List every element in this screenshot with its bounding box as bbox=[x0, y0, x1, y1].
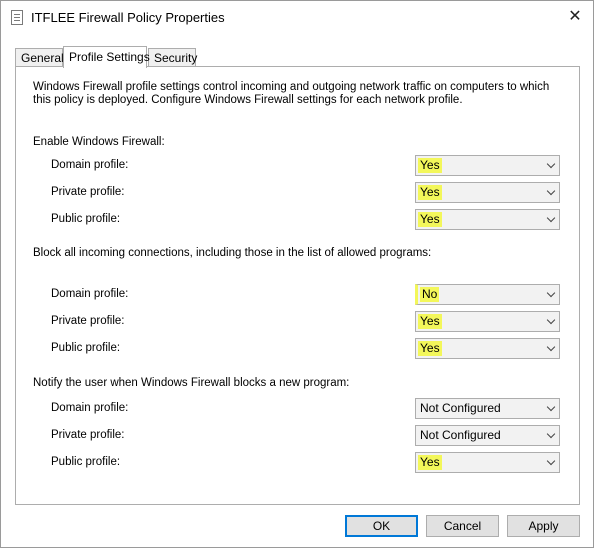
selected-value: No bbox=[420, 287, 440, 302]
chevron-down-icon bbox=[546, 315, 556, 325]
notify-user-public-select[interactable]: Yes bbox=[415, 452, 560, 473]
properties-dialog: ITFLEE Firewall Policy Properties ✕ Gene… bbox=[0, 0, 594, 548]
row-label-domain: Domain profile: bbox=[51, 288, 129, 300]
block-incoming-private-select[interactable]: Yes bbox=[415, 311, 560, 332]
chevron-down-icon bbox=[546, 186, 556, 196]
notify-user-domain-select[interactable]: Not Configured bbox=[415, 398, 560, 419]
row-label-public: Public profile: bbox=[51, 213, 121, 225]
selected-value: Yes bbox=[418, 185, 442, 200]
chevron-down-icon bbox=[546, 456, 556, 466]
row-label-domain: Domain profile: bbox=[51, 159, 129, 171]
chevron-down-icon bbox=[546, 402, 556, 412]
row-label-private: Private profile: bbox=[51, 315, 125, 327]
tab-profile-settings[interactable]: Profile Settings bbox=[63, 46, 150, 68]
selected-value: Yes bbox=[418, 455, 442, 470]
selected-value: Not Configured bbox=[420, 401, 501, 415]
row-label-public: Public profile: bbox=[51, 342, 121, 354]
block-incoming-public-select[interactable]: Yes bbox=[415, 338, 560, 359]
section-heading-block-incoming: Block all incoming connections, includin… bbox=[33, 247, 432, 259]
panel-description: Windows Firewall profile settings contro… bbox=[33, 81, 550, 106]
block-incoming-domain-select[interactable]: No bbox=[415, 284, 560, 305]
enable-firewall-public-select[interactable]: Yes bbox=[415, 209, 560, 230]
profile-settings-panel: Windows Firewall profile settings contro… bbox=[15, 66, 580, 505]
enable-firewall-domain-select[interactable]: Yes bbox=[415, 155, 560, 176]
row-label-public: Public profile: bbox=[51, 456, 121, 468]
section-heading-enable-firewall: Enable Windows Firewall: bbox=[33, 136, 165, 148]
tab-security[interactable]: Security bbox=[148, 48, 197, 67]
chevron-down-icon bbox=[546, 213, 556, 223]
apply-button[interactable]: Apply bbox=[507, 515, 580, 537]
chevron-down-icon bbox=[546, 159, 556, 169]
selected-value: Not Configured bbox=[420, 428, 501, 442]
close-icon[interactable]: ✕ bbox=[563, 5, 587, 29]
policy-document-icon bbox=[11, 10, 23, 25]
tab-general[interactable]: General bbox=[15, 48, 64, 67]
row-label-private: Private profile: bbox=[51, 186, 125, 198]
ok-button[interactable]: OK bbox=[345, 515, 418, 537]
selected-value: Yes bbox=[418, 341, 442, 356]
cancel-button[interactable]: Cancel bbox=[426, 515, 499, 537]
section-heading-notify-user: Notify the user when Windows Firewall bl… bbox=[33, 377, 350, 389]
window-title: ITFLEE Firewall Policy Properties bbox=[31, 10, 225, 25]
chevron-down-icon bbox=[546, 288, 556, 298]
selected-value: Yes bbox=[418, 314, 442, 329]
row-label-private: Private profile: bbox=[51, 429, 125, 441]
chevron-down-icon bbox=[546, 342, 556, 352]
selected-value: Yes bbox=[418, 212, 442, 227]
chevron-down-icon bbox=[546, 429, 556, 439]
enable-firewall-private-select[interactable]: Yes bbox=[415, 182, 560, 203]
title-bar[interactable]: ITFLEE Firewall Policy Properties ✕ bbox=[1, 1, 593, 34]
row-label-domain: Domain profile: bbox=[51, 402, 129, 414]
selected-value: Yes bbox=[418, 158, 442, 173]
notify-user-private-select[interactable]: Not Configured bbox=[415, 425, 560, 446]
